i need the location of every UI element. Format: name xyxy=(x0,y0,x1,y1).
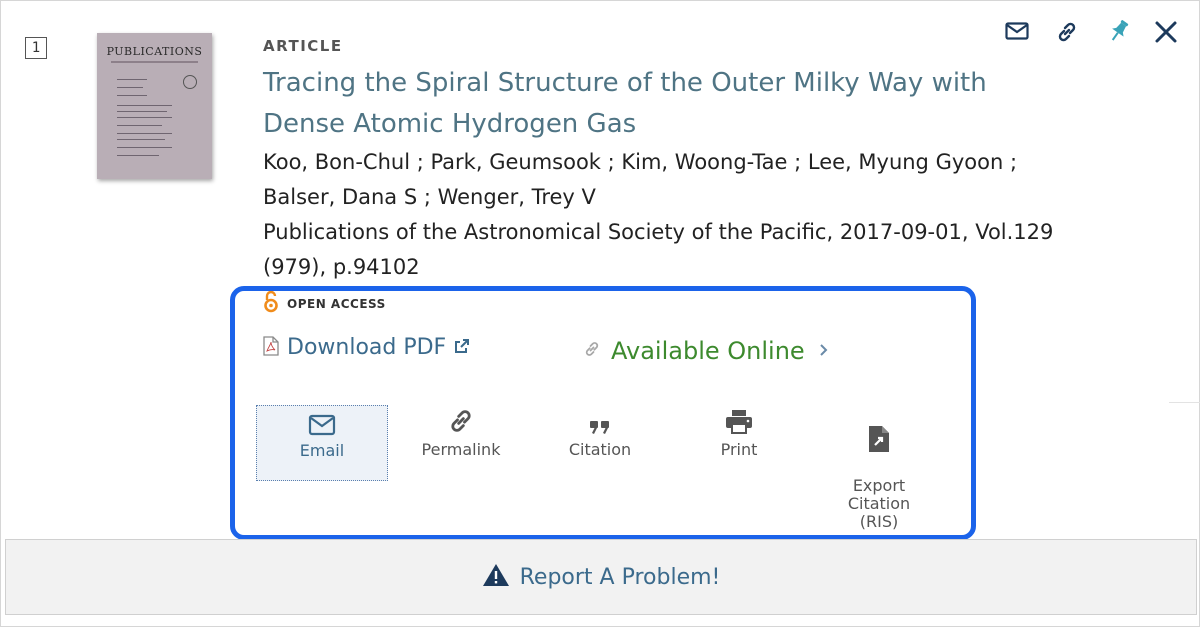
thumbnail-line xyxy=(117,105,172,106)
thumbnail-line xyxy=(117,147,172,148)
thumbnail-line xyxy=(117,155,159,156)
link-icon xyxy=(583,340,601,362)
available-online-link[interactable]: Available Online xyxy=(583,337,829,365)
link-icon xyxy=(396,405,526,435)
action-label: Print xyxy=(720,440,758,459)
thumbnail-line xyxy=(117,133,172,134)
download-pdf-link[interactable]: Download PDF xyxy=(263,335,470,360)
thumbnail-line xyxy=(117,95,147,96)
action-label: Email xyxy=(299,441,345,460)
divider xyxy=(1169,402,1200,403)
chevron-right-icon xyxy=(819,342,829,361)
record-panel: 1 PUBLICATIONS ARTICLE Tracing the Spira… xyxy=(0,0,1200,627)
report-problem-label: Report A Problem! xyxy=(519,564,721,590)
pdf-icon xyxy=(263,335,279,360)
warning-icon xyxy=(482,563,510,591)
record-source: Publications of the Astronomical Society… xyxy=(263,220,1054,279)
action-label: Citation xyxy=(568,440,632,459)
result-number: 1 xyxy=(25,37,47,59)
record-top-actions xyxy=(1001,15,1191,47)
download-pdf-label: Download PDF xyxy=(287,335,447,360)
thumbnail-line xyxy=(117,117,172,118)
quote-icon xyxy=(535,405,665,435)
thumbnail-line xyxy=(117,111,167,112)
record-title[interactable]: Tracing the Spiral Structure of the Oute… xyxy=(263,63,1023,145)
envelope-icon xyxy=(257,406,387,436)
journal-thumbnail[interactable]: PUBLICATIONS xyxy=(97,33,212,179)
record-authors: Koo, Bon-Chul ; Park, Geumsook ; Kim, Wo… xyxy=(263,150,1018,209)
action-permalink[interactable]: Permalink xyxy=(396,405,526,459)
printer-icon xyxy=(674,405,804,435)
link-icon[interactable] xyxy=(1053,19,1081,45)
thumbnail-title: PUBLICATIONS xyxy=(106,45,203,58)
action-email[interactable]: Email xyxy=(256,405,388,481)
thumbnail-seal xyxy=(183,75,197,89)
action-citation[interactable]: Citation xyxy=(535,405,665,459)
envelope-icon[interactable] xyxy=(1003,19,1031,43)
thumbnail-line xyxy=(117,125,162,126)
action-label: Permalink xyxy=(421,440,501,459)
available-online-label: Available Online xyxy=(611,337,805,365)
report-problem-button[interactable]: Report A Problem! xyxy=(5,539,1197,615)
resource-type: ARTICLE xyxy=(263,37,343,55)
thumbnail-line xyxy=(117,139,165,140)
action-label: Export Citation (RIS) xyxy=(847,476,911,531)
export-file-icon xyxy=(814,423,944,453)
external-link-icon xyxy=(454,338,470,358)
action-export-ris[interactable]: Export Citation (RIS) xyxy=(814,405,944,549)
pin-icon[interactable] xyxy=(1105,17,1133,45)
close-icon[interactable] xyxy=(1151,17,1181,47)
action-print[interactable]: Print xyxy=(674,405,804,459)
thumbnail-line xyxy=(117,87,143,88)
thumbnail-line xyxy=(117,79,147,80)
thumbnail-subtitle-bar xyxy=(111,61,198,63)
